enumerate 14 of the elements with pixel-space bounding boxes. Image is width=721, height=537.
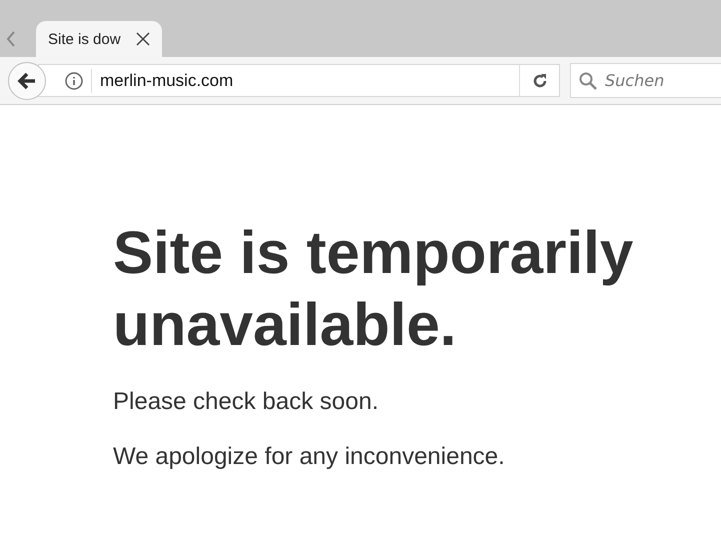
message-text: We apologize for any inconvenience. xyxy=(113,442,506,471)
address-bar[interactable]: merlin-music.com xyxy=(38,64,560,97)
tab-title: Site is dow xyxy=(48,30,121,48)
search-icon xyxy=(579,72,597,90)
reload-icon xyxy=(532,72,548,88)
browser-tab[interactable]: Site is dow xyxy=(36,21,162,57)
page-heading: Site is temporarily unavailable. xyxy=(113,218,634,360)
back-arrow-icon xyxy=(17,72,37,90)
search-bar[interactable]: Suchen xyxy=(570,63,721,98)
close-icon[interactable] xyxy=(136,32,150,46)
message-text: Please check back soon. xyxy=(113,387,380,416)
back-button[interactable] xyxy=(8,62,46,100)
info-icon[interactable] xyxy=(65,72,83,90)
url-text: merlin-music.com xyxy=(91,68,511,92)
